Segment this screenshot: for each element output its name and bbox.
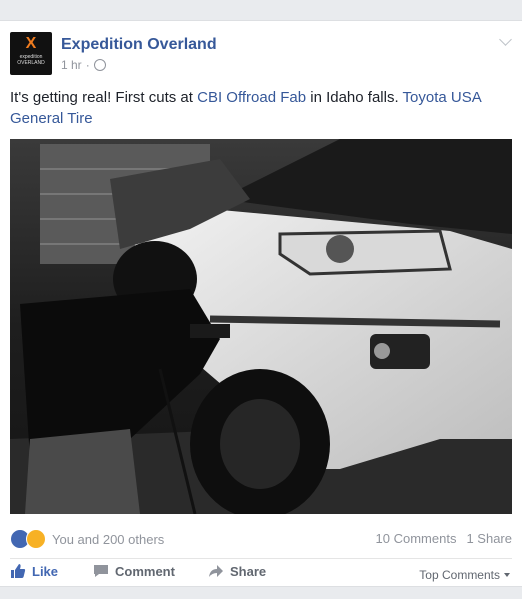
logo-text-line2: OVERLAND [17, 60, 45, 66]
meta-separator: · [85, 58, 90, 72]
reaction-summary[interactable]: You and 200 others [10, 529, 164, 549]
share-label: Share [230, 563, 267, 579]
post-header: X expedition OVERLAND Expedition Overlan… [0, 21, 522, 81]
post-meta: 1 hr · [61, 58, 106, 72]
share-arrow-icon [209, 565, 223, 577]
post-card: X expedition OVERLAND Expedition Overlan… [0, 20, 522, 587]
post-text-part1: It's getting real! First cuts at [10, 89, 198, 106]
tag-link-cbi[interactable]: CBI Offroad Fab [197, 89, 306, 106]
tag-link-general-tire[interactable]: General Tire [10, 110, 93, 127]
top-comments-label: Top Comments [419, 568, 500, 582]
comment-button[interactable]: Comment [93, 563, 175, 579]
shares-count-link[interactable]: 1 Share [466, 531, 512, 546]
comment-label: Comment [115, 563, 175, 579]
post-timestamp[interactable]: 1 hr [61, 58, 82, 72]
top-comments-dropdown[interactable]: Top Comments [419, 568, 510, 582]
like-label: Like [32, 563, 59, 579]
share-button[interactable]: Share [208, 563, 266, 579]
chevron-down-icon[interactable] [499, 33, 512, 46]
tag-link-toyota[interactable]: Toyota USA [403, 89, 482, 106]
post-text: It's getting real! First cuts at CBI Off… [10, 87, 510, 129]
comment-icon [94, 565, 108, 577]
logo-mark: X [25, 35, 37, 52]
truck-photo-image [10, 139, 512, 514]
page-name-link[interactable]: Expedition Overland [61, 36, 217, 54]
divider [10, 558, 512, 559]
comments-count-link[interactable]: 10 Comments [376, 531, 457, 546]
wow-reaction-icon [26, 529, 46, 549]
globe-icon [93, 59, 106, 71]
page-avatar[interactable]: X expedition OVERLAND [10, 32, 52, 75]
thumbs-up-icon [11, 564, 26, 578]
engagement-counts: 10 Comments 1 Share [376, 531, 512, 546]
caret-down-icon [504, 573, 510, 577]
post-text-part2: in Idaho falls. [306, 89, 403, 106]
like-button[interactable]: Like [10, 563, 58, 579]
post-photo[interactable] [10, 139, 512, 514]
reaction-count-text: You and 200 others [52, 531, 165, 547]
